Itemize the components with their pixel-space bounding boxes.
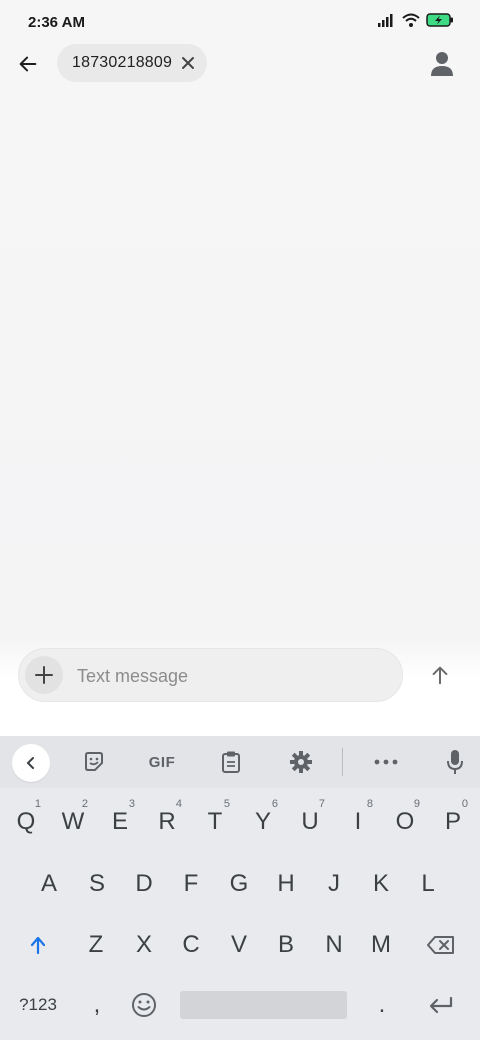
close-icon [182,57,194,69]
key-label: O [395,808,415,835]
gif-button[interactable]: GIF [144,744,180,780]
key-g[interactable]: G [216,856,262,912]
comma-key[interactable]: , [74,977,120,1033]
key-h[interactable]: H [263,856,309,912]
plus-icon [35,666,53,684]
key-t[interactable]: T 5 [192,794,238,850]
key-n[interactable]: N [311,917,357,973]
key-j[interactable]: J [311,856,357,912]
key-r[interactable]: R 4 [144,794,190,850]
shift-key[interactable] [15,917,61,973]
key-hint: 4 [175,798,182,810]
key-label: U [301,808,319,835]
back-button[interactable] [10,46,46,82]
key-m[interactable]: M [358,917,404,973]
key-f[interactable]: F [168,856,214,912]
backspace-key[interactable] [418,917,464,973]
message-input[interactable] [75,657,389,695]
key-e[interactable]: E 3 [97,794,143,850]
key-v[interactable]: V [216,917,262,973]
key-label: Q [16,808,36,835]
status-icons [378,12,454,32]
key-label: P [444,808,461,835]
keyboard-toolbar: GIF [0,736,480,788]
app-header: 18730218809 [0,44,480,84]
key-hint: 8 [366,798,373,810]
compose-field-container [18,648,403,702]
enter-key[interactable] [418,977,464,1033]
signal-icon [378,13,396,32]
arrow-left-icon [19,56,37,72]
key-z[interactable]: Z [73,917,119,973]
key-i[interactable]: I 8 [335,794,381,850]
person-icon [431,52,453,76]
compose-area [0,640,480,736]
gear-icon [290,751,312,773]
keyboard: G I F Q 1 W 2 E 3 R 4 T 5 Y 6 U 7 I 8 O 9 … [0,736,480,1040]
key-hint: 0 [461,798,468,810]
key-label: W [61,808,85,835]
key-p[interactable]: P 0 [430,794,476,850]
settings-button[interactable] [283,744,319,780]
period-key[interactable]: . [359,977,405,1033]
key-u[interactable]: U 7 [287,794,333,850]
key-hint: 3 [128,798,135,810]
key-label: E [111,808,128,835]
recipient-number: 18730218809 [72,54,173,71]
emoji-key[interactable] [121,977,167,1033]
key-label: R [158,808,176,835]
sticker-button[interactable] [76,744,112,780]
gif-label: GIF [148,753,176,771]
key-label: T [207,808,223,835]
key-s[interactable]: S [74,856,120,912]
backspace-icon [427,936,454,954]
chevron-left-icon [27,757,34,769]
key-k[interactable]: K [358,856,404,912]
key-a[interactable]: A [26,856,72,912]
recipient-chip[interactable]: 18730218809 [57,44,207,82]
battery-charging-icon [426,12,454,32]
enter-return-icon [429,996,453,1014]
key-w[interactable]: W 2 [50,794,96,850]
key-hint: 9 [413,798,420,810]
conversation-area [0,84,480,640]
arrow-up-icon [432,666,448,685]
spacebar[interactable] [180,991,347,1019]
symbols-key[interactable]: ?123 [12,977,64,1033]
mic-icon [447,750,463,774]
more-horiz-icon [374,759,398,765]
wifi-icon [402,13,420,32]
toolbar-divider [342,748,343,776]
key-label: I [354,808,362,835]
emoji-icon [132,993,156,1017]
clipboard-button[interactable] [213,744,249,780]
key-l[interactable]: L [405,856,451,912]
keyboard-collapse-button[interactable] [12,744,50,782]
remove-recipient-button[interactable] [180,55,196,71]
key-y[interactable]: Y 6 [240,794,286,850]
key-hint: 2 [81,798,88,810]
key-hint: 1 [34,798,41,810]
key-o[interactable]: O 9 [382,794,428,850]
contact-button[interactable] [426,48,458,80]
shift-arrow-icon [30,936,46,955]
key-hint: 6 [271,798,278,810]
more-button[interactable] [368,744,404,780]
key-hint: 5 [223,798,230,810]
key-label: Y [254,808,271,835]
key-x[interactable]: X [121,917,167,973]
voice-input-button[interactable] [437,744,473,780]
key-hint: 7 [318,798,325,810]
send-button[interactable] [421,656,459,694]
key-d[interactable]: D [121,856,167,912]
status-bar: 2:36 AM [0,0,480,44]
key-q[interactable]: Q 1 [3,794,49,850]
key-c[interactable]: C [168,917,214,973]
sticker-icon [85,752,103,771]
attach-button[interactable] [25,656,63,694]
status-time: 2:36 AM [28,13,85,31]
clipboard-icon [222,751,240,773]
key-b[interactable]: B [263,917,309,973]
